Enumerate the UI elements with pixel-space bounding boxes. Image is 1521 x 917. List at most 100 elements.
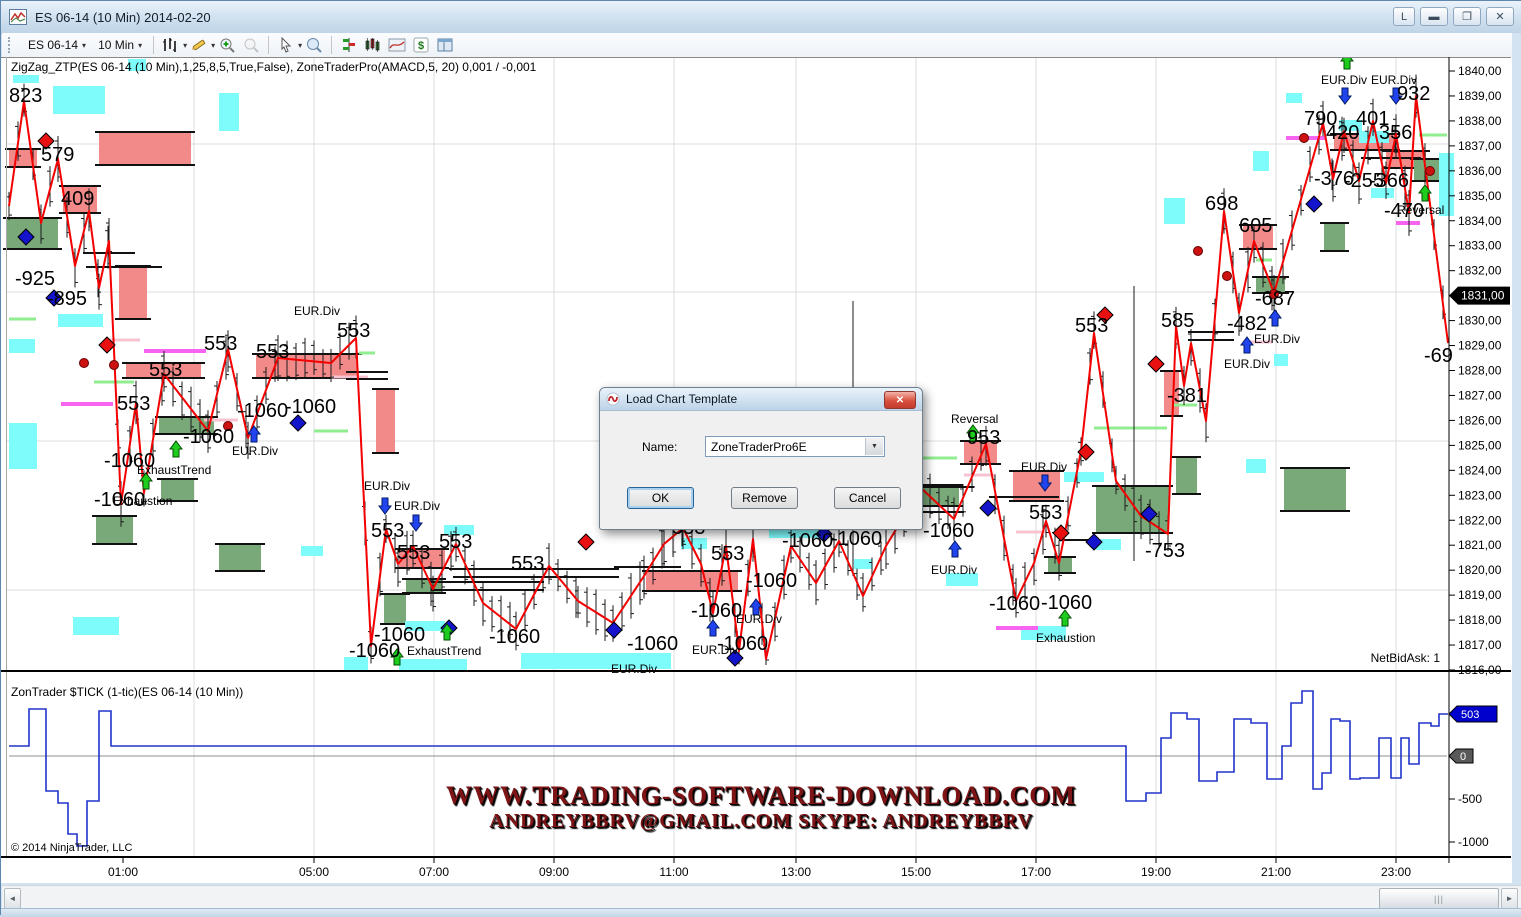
cancel-button[interactable]: Cancel <box>834 487 901 509</box>
load-chart-template-dialog: Load Chart Template ✕ Name: ZoneTraderPr… <box>599 387 923 530</box>
svg-text:$: $ <box>418 40 424 52</box>
chevron-down-icon[interactable]: ▾ <box>211 41 215 50</box>
svg-text:EUR.Div: EUR.Div <box>394 499 440 513</box>
horizontal-scrollbar[interactable]: ◄ ||| ► <box>2 885 1521 909</box>
toolbar-separator <box>153 36 154 54</box>
svg-text:-1060: -1060 <box>627 633 678 655</box>
svg-text:EUR.Div: EUR.Div <box>611 662 657 676</box>
name-label: Name: <box>642 440 677 454</box>
zoom-out-icon[interactable] <box>240 35 262 55</box>
svg-text:Reversal: Reversal <box>951 412 998 426</box>
svg-text:823: 823 <box>9 85 42 107</box>
ok-button[interactable]: OK <box>627 487 694 509</box>
svg-text:553: 553 <box>511 553 544 575</box>
price-ladder-icon[interactable] <box>338 35 360 55</box>
svg-text:553: 553 <box>337 320 370 342</box>
bar-type-icon[interactable] <box>160 35 182 55</box>
template-combobox[interactable]: ZoneTraderPro6E ▼ <box>705 436 885 457</box>
svg-text:EUR.Div: EUR.Div <box>1224 357 1270 371</box>
svg-text:13:00: 13:00 <box>781 865 811 879</box>
chart-style-icon[interactable] <box>362 35 384 55</box>
chevron-down-icon[interactable]: ▾ <box>183 41 187 50</box>
svg-text:1818,00: 1818,00 <box>1458 613 1502 627</box>
svg-text:-1060: -1060 <box>923 520 974 542</box>
svg-text:1834,00: 1834,00 <box>1458 214 1502 228</box>
svg-text:-1060: -1060 <box>782 530 833 552</box>
svg-text:-1060: -1060 <box>1041 592 1092 614</box>
svg-text:05:00: 05:00 <box>299 865 329 879</box>
interval-selector[interactable]: 10 Min ▾ <box>92 36 148 54</box>
svg-text:1831,00: 1831,00 <box>1461 289 1505 303</box>
titlebar: ES 06-14 (10 Min) 2014-02-20 L ▬ ❐ ✕ <box>1 1 1521 34</box>
drawing-tools-icon[interactable] <box>188 35 210 55</box>
scroll-left-button[interactable]: ◄ <box>4 888 21 909</box>
svg-text:698: 698 <box>1205 193 1238 215</box>
svg-text:1828,00: 1828,00 <box>1458 364 1502 378</box>
svg-text:1833,00: 1833,00 <box>1458 239 1502 253</box>
restore-button[interactable]: ❐ <box>1453 7 1481 26</box>
svg-text:1822,00: 1822,00 <box>1458 513 1502 527</box>
chevron-down-icon[interactable]: ▾ <box>298 41 302 50</box>
svg-text:1838,00: 1838,00 <box>1458 114 1502 128</box>
dialog-titlebar[interactable]: Load Chart Template ✕ <box>600 388 922 411</box>
svg-text:-1060: -1060 <box>691 600 742 622</box>
svg-text:-1060: -1060 <box>831 528 882 550</box>
svg-text:553: 553 <box>1075 315 1108 337</box>
scroll-right-button[interactable]: ► <box>1501 888 1518 909</box>
close-button[interactable]: ✕ <box>1486 7 1514 26</box>
minimize-button[interactable]: ▬ <box>1420 7 1448 26</box>
svg-text:EUR.Div: EUR.Div <box>232 444 278 458</box>
svg-text:09:00: 09:00 <box>539 865 569 879</box>
properties-panel-icon[interactable] <box>434 35 456 55</box>
svg-text:-1060: -1060 <box>989 593 1040 615</box>
svg-text:-1060: -1060 <box>237 400 288 422</box>
svg-text:EUR.Div: EUR.Div <box>931 563 977 577</box>
chevron-down-icon: ▾ <box>138 41 142 50</box>
svg-text:1823,00: 1823,00 <box>1458 488 1502 502</box>
svg-text:19:00: 19:00 <box>1141 865 1171 879</box>
svg-text:-1000: -1000 <box>1458 835 1489 849</box>
svg-text:EUR.Div: EUR.Div <box>1371 73 1417 87</box>
scrollbar-thumb[interactable]: ||| <box>1379 888 1499 909</box>
svg-text:1829,00: 1829,00 <box>1458 339 1502 353</box>
instrument-selector[interactable]: ES 06-14 ▾ <box>22 36 92 54</box>
svg-text:Reversal: Reversal <box>1397 203 1444 217</box>
pointer-icon[interactable] <box>275 35 297 55</box>
dollar-icon[interactable]: $ <box>410 35 432 55</box>
svg-text:1821,00: 1821,00 <box>1458 538 1502 552</box>
svg-text:EUR.Div: EUR.Div <box>692 643 738 657</box>
svg-text:553: 553 <box>397 542 430 564</box>
svg-text:1827,00: 1827,00 <box>1458 388 1502 402</box>
svg-text:1824,00: 1824,00 <box>1458 463 1502 477</box>
dialog-close-button[interactable]: ✕ <box>884 391 916 409</box>
svg-text:ExhaustTrend: ExhaustTrend <box>137 463 211 477</box>
svg-text:503: 503 <box>1461 709 1479 721</box>
svg-text:579: 579 <box>41 144 74 166</box>
svg-text:1820,00: 1820,00 <box>1458 563 1502 577</box>
data-box-icon[interactable] <box>303 35 325 55</box>
remove-button[interactable]: Remove <box>731 487 798 509</box>
zoom-in-icon[interactable] <box>216 35 238 55</box>
link-button[interactable]: L <box>1393 7 1415 26</box>
copyright-label: © 2014 NinjaTrader, LLC <box>11 842 132 854</box>
lower-indicator-label: ZonTrader $TICK (1-tic)(ES 06-14 (10 Min… <box>11 685 243 699</box>
toolbar-grip[interactable] <box>8 37 16 53</box>
svg-text:585: 585 <box>1161 310 1194 332</box>
svg-text:-381: -381 <box>1167 385 1207 407</box>
svg-text:1835,00: 1835,00 <box>1458 189 1502 203</box>
svg-text:-925: -925 <box>15 268 55 290</box>
svg-text:-895: -895 <box>47 288 87 310</box>
svg-text:Exhaustion: Exhaustion <box>1036 631 1095 645</box>
combobox-dropdown-icon[interactable]: ▼ <box>865 438 883 455</box>
svg-text:553: 553 <box>149 359 182 381</box>
chart-window: ES 06-14 (10 Min) 2014-02-20 L ▬ ❐ ✕ ES … <box>0 0 1521 915</box>
svg-text:1830,00: 1830,00 <box>1458 314 1502 328</box>
dialog-title: Load Chart Template <box>626 392 737 406</box>
svg-text:-1060: -1060 <box>746 570 797 592</box>
window-bottom-frame <box>1 908 1521 917</box>
svg-text:Exhaustion: Exhaustion <box>113 494 172 508</box>
snapshot-icon[interactable] <box>386 35 408 55</box>
svg-text:0: 0 <box>1460 751 1466 763</box>
chart-toolbar: ES 06-14 ▾ 10 Min ▾ ▾ ▾ ▾ <box>2 33 1521 58</box>
toolbar-separator <box>268 36 269 54</box>
